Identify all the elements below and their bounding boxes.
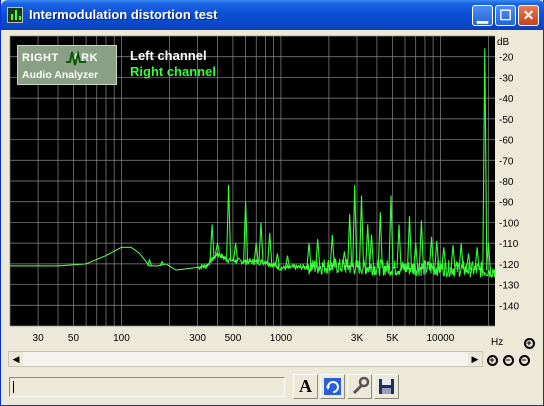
legend-left-channel: Left channel [130,48,207,63]
legend-right-channel: Right channel [130,64,216,79]
window-title: Intermodulation distortion test [29,7,218,22]
y-tick-label: -20 [499,53,514,64]
maximize-icon: ☐ [499,7,512,23]
save-button[interactable] [374,374,399,399]
app-icon[interactable] [7,7,23,23]
y-tick-label: -110 [499,239,519,250]
x-unit-label: Hz [491,337,503,348]
horizontal-scrollbar[interactable]: ◀ ▶ [8,351,483,367]
y-tick-label: -60 [499,136,514,147]
x-tick-label: 300 [189,333,206,344]
title-bar[interactable]: Intermodulation distortion test ▁ ☐ ✕ [1,0,544,30]
x-axis-ticks: 30 50 100 300 500 1000 3K 5K 10000 [33,333,455,344]
close-button[interactable]: ✕ [518,5,539,26]
minimize-icon: ▁ [477,7,488,23]
y-tick-label: -90 [499,198,514,209]
x-tick-label: 1000 [270,333,293,344]
scroll-right-button[interactable]: ▶ [468,352,482,366]
logo-text-right: RIGHT [22,52,59,64]
scroll-left-button[interactable]: ◀ [9,352,23,366]
y-unit-label: dB [497,37,510,48]
font-icon: A [299,376,312,396]
settings-button[interactable] [347,374,372,399]
x-tick-label: 50 [68,333,80,344]
y-tick-label: -100 [499,218,519,229]
maximize-button[interactable]: ☐ [495,5,516,26]
status-field[interactable] [9,377,285,397]
x-tick-label: 30 [33,333,45,344]
zoom-in-icon: + [523,338,535,349]
x-tick-label: 5K [386,333,399,344]
y-tick-label: -140 [499,301,519,312]
y-tick-label: -130 [499,281,519,292]
zoom-out-x-button[interactable]: − [500,351,516,367]
text-caret [13,381,14,393]
minimize-button[interactable]: ▁ [472,5,493,26]
font-button[interactable]: A [293,374,318,399]
zoom-out-icon: − [502,355,514,366]
wrench-icon [348,375,371,398]
x-tick-label: 10000 [426,333,454,344]
y-tick-label: -40 [499,94,514,105]
x-tick-label: 500 [225,333,242,344]
zoom-in-y-button[interactable]: + [521,334,537,350]
refresh-button[interactable] [320,374,345,399]
y-tick-label: -80 [499,177,514,188]
scroll-thumb[interactable] [23,352,463,366]
close-icon: ✕ [522,7,535,23]
zoom-in-x-button[interactable]: + [484,351,500,367]
zoom-out-icon: − [518,355,530,366]
logo-subtitle: Audio Analyzer [22,69,99,81]
y-axis-ticks: -20 -30 -40 -50 -60 -70 -80 -90 -100 -110 -120 -130… [499,53,519,313]
x-tick-label: 100 [113,333,130,344]
y-tick-label: -70 [499,156,514,167]
y-tick-label: -50 [499,115,514,126]
floppy-disk-icon [375,375,398,398]
logo-signal-icon [66,50,86,66]
x-tick-label: 3K [351,333,364,344]
y-tick-label: -120 [499,260,519,271]
rightmark-logo: RIGHT ARK Audio Analyzer [17,45,117,85]
app-window: Intermodulation distortion test ▁ ☐ ✕ -2… [0,0,544,406]
zoom-reset-x-button[interactable]: − [516,351,532,367]
y-tick-label: -30 [499,73,514,84]
refresh-icon [321,375,344,398]
zoom-in-icon: + [486,355,498,366]
